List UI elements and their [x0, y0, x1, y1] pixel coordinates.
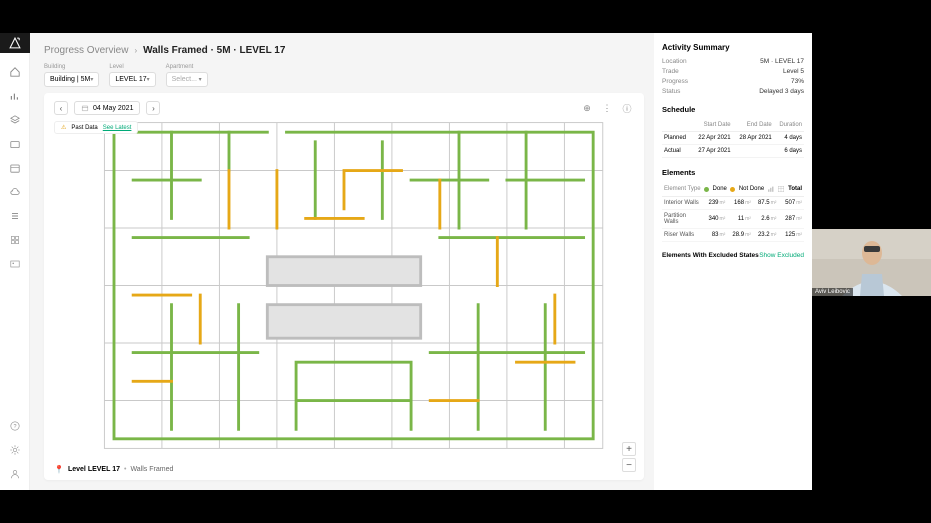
- dot-notdone-icon: [730, 187, 735, 192]
- see-latest-link[interactable]: See Latest: [103, 125, 132, 131]
- dot-done-icon: [704, 187, 709, 192]
- building-select[interactable]: Building | 5M▾: [44, 72, 99, 87]
- chevron-right-icon: ›: [134, 46, 137, 55]
- table-row: Interior Walls 239m² 168m² 87.5m² 507m²: [662, 197, 804, 210]
- chart-icon[interactable]: [9, 90, 21, 102]
- zoom-in-button[interactable]: +: [622, 442, 636, 456]
- apartment-label: Apartment: [166, 64, 208, 70]
- level-label: Level: [109, 64, 155, 70]
- date-prev-button[interactable]: ‹: [54, 101, 68, 115]
- more-icon[interactable]: ⋮: [600, 101, 614, 115]
- zoom-out-button[interactable]: −: [622, 458, 636, 472]
- chevron-down-icon: ▾: [147, 76, 150, 83]
- date-picker[interactable]: 04 May 2021: [74, 101, 140, 115]
- layers-icon[interactable]: [9, 114, 21, 126]
- building-label: Building: [44, 64, 99, 70]
- image-icon[interactable]: [9, 258, 21, 270]
- pin-icon: 📍: [54, 465, 64, 474]
- video-thumbnail[interactable]: Aviv Leibovic: [812, 229, 931, 296]
- calendar-icon: [81, 104, 89, 112]
- svg-text:?: ?: [13, 424, 16, 430]
- floorplan-card: ‹ 04 May 2021 › ⊕ ⋮ ⓘ ⚠ Past Data See La…: [44, 93, 644, 480]
- apartment-select[interactable]: Select...▾: [166, 72, 208, 87]
- help-icon[interactable]: ?: [9, 420, 21, 432]
- folder-icon[interactable]: [9, 138, 21, 150]
- table-row: Planned22 Apr 202128 Apr 20214 days: [662, 132, 804, 145]
- right-panel: Activity Summary Location5M · LEVEL 17 T…: [654, 33, 812, 490]
- info-icon[interactable]: ⓘ: [620, 101, 634, 115]
- breadcrumb-current: Walls Framed · 5M · LEVEL 17: [143, 45, 285, 56]
- table-row: Actual27 Apr 20216 days: [662, 145, 804, 158]
- user-icon[interactable]: [9, 468, 21, 480]
- crosshair-icon[interactable]: ⊕: [580, 101, 594, 115]
- show-excluded-link[interactable]: Show Excluded: [759, 252, 804, 259]
- bar-view-icon[interactable]: [767, 185, 775, 193]
- floorplan-canvas[interactable]: [54, 113, 634, 458]
- breadcrumb: Progress Overview › Walls Framed · 5M · …: [44, 45, 644, 56]
- table-row: Partition Walls 340m² 11m² 2.6m² 287m²: [662, 210, 804, 229]
- participant-name: Aviv Leibovic: [812, 288, 853, 296]
- schedule-title: Schedule: [662, 105, 804, 114]
- app-logo[interactable]: [0, 33, 30, 53]
- list-icon[interactable]: [9, 210, 21, 222]
- status-badge: Delayed 3 days: [759, 88, 804, 95]
- breadcrumb-root[interactable]: Progress Overview: [44, 45, 128, 56]
- table-view-icon[interactable]: [777, 185, 785, 193]
- home-icon[interactable]: [9, 66, 21, 78]
- elements-title: Elements: [662, 168, 804, 177]
- past-data-pill: ⚠ Past Data See Latest: [54, 121, 138, 134]
- level-select[interactable]: LEVEL 17▾: [109, 72, 155, 87]
- filters-row: Building Building | 5M▾ Level LEVEL 17▾ …: [44, 64, 644, 87]
- chevron-down-icon: ▾: [90, 76, 93, 83]
- floorplan-footer: 📍 Level LEVEL 17 • Walls Framed: [54, 465, 173, 474]
- date-next-button[interactable]: ›: [146, 101, 160, 115]
- gear-icon[interactable]: [9, 444, 21, 456]
- warning-icon: ⚠: [61, 124, 66, 131]
- cloud-icon[interactable]: [9, 186, 21, 198]
- excluded-label: Elements With Excluded States: [662, 252, 759, 259]
- schedule-table: Start Date End Date Duration Planned22 A…: [662, 119, 804, 158]
- left-nav: ?: [0, 33, 30, 490]
- table-row: Riser Walls 83m² 28.9m² 23.2m² 125m²: [662, 229, 804, 242]
- grid-icon[interactable]: [9, 234, 21, 246]
- chevron-down-icon: ▾: [199, 76, 202, 83]
- calendar-icon[interactable]: [9, 162, 21, 174]
- activity-summary-title: Activity Summary: [662, 43, 804, 52]
- elements-legend: Element Type Done Not Done Total: [662, 182, 804, 197]
